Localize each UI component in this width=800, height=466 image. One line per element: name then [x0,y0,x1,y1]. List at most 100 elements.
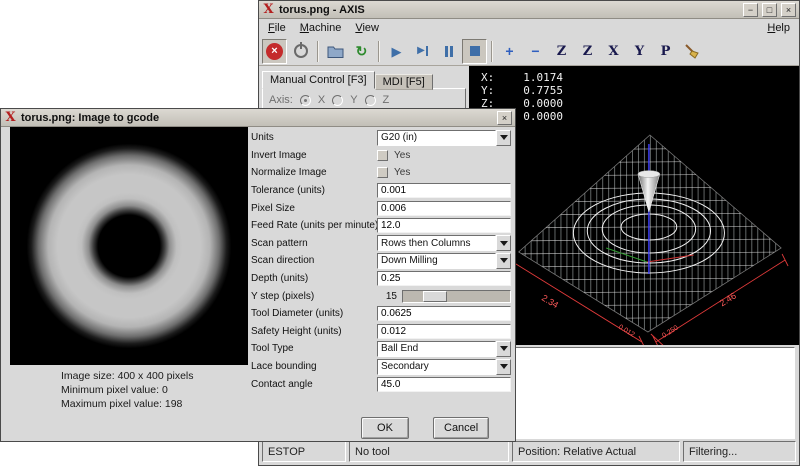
status-estop: ESTOP [262,441,346,462]
chevron-down-icon[interactable] [496,130,511,146]
status-position: Position: Relative Actual [512,441,680,462]
reload-icon: ↻ [356,45,368,58]
plus-icon: + [505,44,513,58]
minimize-button[interactable]: − [743,3,758,17]
row-depth: Depth (units) [251,270,513,288]
axis-x-radio[interactable] [300,95,311,106]
axis-z-label: Z [383,94,390,106]
menu-help[interactable]: Help [760,21,797,35]
dim-label-right: 2.46 [718,291,738,309]
maximize-button[interactable]: □ [762,3,777,17]
torus-image [10,127,248,365]
reload-button[interactable]: ↻ [349,39,374,64]
view-top-button[interactable]: Z [549,39,574,64]
play-icon: ▶ [392,45,402,58]
feed-rate-input[interactable] [377,218,511,233]
close-button[interactable]: × [781,3,796,17]
backplot-preview[interactable]: 2.34 2.46 0.012 0.250 X: 1.0174 Y: 0.775… [469,66,799,345]
tab-mdi[interactable]: MDI [F5] [375,74,433,90]
ok-button[interactable]: OK [361,417,409,439]
field-label: Scan pattern [251,238,377,249]
menu-file[interactable]: File [261,21,293,35]
row-invert-image: Invert Image Yes [251,147,513,165]
pixel-size-input[interactable] [377,201,511,216]
field-label: Lace bounding [251,361,377,372]
view-rotated-top-icon: Z [583,44,593,59]
slider-value: 15 [377,291,397,302]
field-label: Tool Diameter (units) [251,308,377,319]
run-button[interactable]: ▶ [384,39,409,64]
tab-manual-control[interactable]: Manual Control [F3] [262,71,375,89]
row-units: Units G20 (in) [251,129,513,147]
invert-image-checkbox[interactable] [377,150,388,161]
axis-titlebar[interactable]: X torus.png - AXIS − □ × [259,1,799,19]
normalize-image-checkbox[interactable] [377,167,388,178]
dim-label-left: 2.34 [540,293,560,311]
chevron-down-icon[interactable] [496,341,511,357]
menu-view[interactable]: View [348,21,386,35]
close-button[interactable]: × [497,111,512,125]
chevron-down-icon[interactable] [496,253,511,269]
image-info: Image size: 400 x 400 pixels Minimum pix… [61,369,194,411]
row-y-step: Y step (pixels) 15 [251,287,513,305]
tool-diameter-input[interactable] [377,306,511,321]
view-front-button[interactable]: Y [627,39,652,64]
field-label: Scan direction [251,255,377,266]
status-tool: No tool [349,441,509,462]
menubar: File Machine View Help [259,19,799,37]
row-tolerance: Tolerance (units) [251,182,513,200]
cancel-button[interactable]: Cancel [433,417,489,439]
axis-z-radio[interactable] [365,95,376,106]
step-icon: ▶ [417,46,428,56]
axis-select-row: Axis: X Y Z [269,94,459,106]
zoom-out-button[interactable]: − [523,39,548,64]
depth-input[interactable] [377,271,511,286]
field-label: Invert Image [251,150,377,161]
field-label: Units [251,132,377,143]
clear-plot-button[interactable] [679,39,704,64]
view-rotated-top-button[interactable]: Z [575,39,600,64]
dro-row-y: Y: 0.7755 [481,84,563,97]
toolbar: × ↻ ▶ ▶ [259,37,799,66]
machine-power-button[interactable] [288,39,313,64]
estop-button[interactable]: × [262,39,287,64]
row-pixel-size: Pixel Size [251,199,513,217]
field-label: Safety Height (units) [251,326,377,337]
row-scan-pattern: Scan pattern Rows then Columns [251,235,513,253]
slider-handle[interactable] [423,291,447,302]
row-feed-rate: Feed Rate (units per minute) [251,217,513,235]
pause-button[interactable] [436,39,461,64]
lace-bounding-select[interactable]: Secondary [377,359,511,375]
scan-direction-select[interactable]: Down Milling [377,253,511,269]
safety-height-input[interactable] [377,324,511,339]
axis-x-label: X [318,94,325,106]
view-perspective-button[interactable]: P [653,39,678,64]
contact-angle-input[interactable] [377,377,511,392]
chevron-down-icon[interactable] [496,235,511,251]
view-front-icon: Y [635,44,644,59]
axis-y-label: Y [350,94,357,106]
tolerance-input[interactable] [377,183,511,198]
chevron-down-icon[interactable] [496,359,511,375]
tool-type-select[interactable]: Ball End [377,341,511,357]
scan-pattern-select[interactable]: Rows then Columns [377,235,511,251]
field-label: Tool Type [251,343,377,354]
row-scan-direction: Scan direction Down Milling [251,252,513,270]
dialog-buttons: OK Cancel [361,417,513,439]
field-label: Feed Rate (units per minute) [251,220,377,231]
axis-y-radio[interactable] [332,95,343,106]
stop-button[interactable] [462,39,487,64]
tool-cone-top [638,171,660,178]
step-button[interactable]: ▶ [410,39,435,64]
zoom-in-button[interactable]: + [497,39,522,64]
toolbar-separator [317,41,319,62]
row-contact-angle: Contact angle [251,375,513,393]
view-side-button[interactable]: X [601,39,626,64]
units-select[interactable]: G20 (in) [377,130,511,146]
dialog-titlebar[interactable]: X torus.png: Image to gcode × [1,109,515,127]
open-file-button[interactable] [323,39,348,64]
menu-machine[interactable]: Machine [293,21,349,35]
axis-window-title: torus.png - AXIS [279,4,739,16]
y-step-slider[interactable] [402,290,511,303]
checkbox-label: Yes [394,150,410,161]
